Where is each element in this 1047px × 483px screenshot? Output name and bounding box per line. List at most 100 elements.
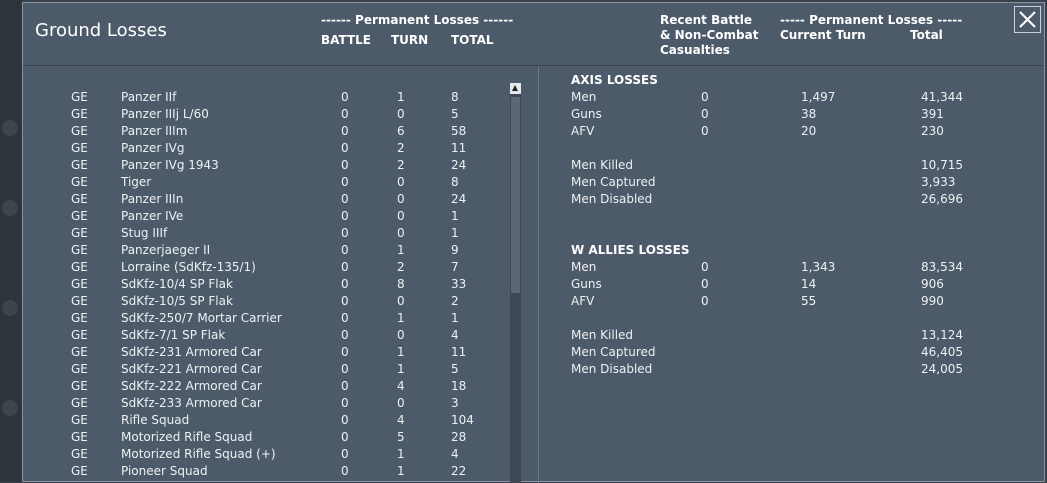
- unit-loss-row[interactable]: GE Tiger 0 0 8: [23, 174, 503, 191]
- total-header: Total: [910, 28, 943, 42]
- unit-name-cell: Rifle Squad: [121, 413, 190, 427]
- unit-loss-row[interactable]: GE Lorraine (SdKfz-135/1) 0 2 7: [23, 259, 503, 276]
- allies-casualty-label-cell: Men Killed: [571, 328, 634, 342]
- map-background-strip: [0, 0, 22, 482]
- unit-side-cell: GE: [71, 277, 88, 291]
- unit-loss-row[interactable]: GE SdKfz-7/1 SP Flak 0 0 4: [23, 327, 503, 344]
- unit-turn-cell: 1: [397, 464, 405, 478]
- unit-total-cell: 5: [451, 107, 459, 121]
- unit-total-cell: 11: [451, 141, 467, 155]
- unit-battle-cell: 0: [341, 141, 349, 155]
- unit-loss-row[interactable]: GE SdKfz-10/5 SP Flak 0 0 2: [23, 293, 503, 310]
- unit-battle-cell: 0: [341, 345, 349, 359]
- unit-name-cell: Stug IIIf: [121, 226, 168, 240]
- unit-battle-cell: 0: [341, 175, 349, 189]
- allies-casualty-total-cell: 46,405: [921, 345, 963, 359]
- unit-turn-cell: 0: [397, 226, 405, 240]
- unit-name-cell: Panzerjaeger II: [121, 243, 211, 257]
- unit-total-cell: 7: [451, 260, 459, 274]
- axis-casualty-total-cell: 26,696: [921, 192, 963, 206]
- unit-loss-row[interactable]: GE Motorized Rifle Squad 0 5 28: [23, 429, 503, 446]
- column-header-battle[interactable]: BATTLE: [321, 33, 371, 48]
- unit-total-cell: 24: [451, 192, 467, 206]
- allies-total-cell: 990: [921, 294, 944, 308]
- unit-side-cell: GE: [71, 192, 88, 206]
- unit-name-cell: SdKfz-250/7 Mortar Carrier: [121, 311, 282, 325]
- unit-loss-row[interactable]: GE Panzer IIIm 0 6 58: [23, 123, 503, 140]
- unit-turn-cell: 5: [397, 430, 405, 444]
- unit-loss-row[interactable]: GE SdKfz-250/7 Mortar Carrier 0 1 1: [23, 310, 503, 327]
- unit-battle-cell: 0: [341, 464, 349, 478]
- unit-name-cell: Motorized Rifle Squad: [121, 430, 253, 444]
- unit-side-cell: GE: [71, 243, 88, 257]
- unit-side-cell: GE: [71, 413, 88, 427]
- column-header-total[interactable]: TOTAL: [451, 33, 494, 48]
- unit-battle-cell: 0: [341, 107, 349, 121]
- unit-turn-cell: 1: [397, 345, 405, 359]
- unit-name-cell: SdKfz-10/4 SP Flak: [121, 277, 233, 291]
- non-combat-header: & Non-Combat: [660, 28, 759, 42]
- unit-list-scrollbar[interactable]: [510, 83, 521, 483]
- unit-side-cell: GE: [71, 362, 88, 376]
- unit-total-cell: 3: [451, 396, 459, 410]
- unit-loss-row[interactable]: GE Panzer IIIn 0 0 24: [23, 191, 503, 208]
- scrollbar-thumb[interactable]: [511, 97, 520, 293]
- unit-loss-row[interactable]: GE Panzer IVg 0 2 11: [23, 140, 503, 157]
- unit-loss-row[interactable]: GE Motorized Rifle Squad (+) 0 1 4: [23, 446, 503, 463]
- unit-loss-row[interactable]: GE SdKfz-233 Armored Car 0 0 3: [23, 395, 503, 412]
- axis-label-cell: AFV: [571, 124, 595, 138]
- unit-name-cell: Tiger: [121, 175, 152, 189]
- unit-total-cell: 33: [451, 277, 467, 291]
- unit-side-cell: GE: [71, 209, 88, 223]
- close-button[interactable]: [1014, 6, 1041, 33]
- unit-battle-cell: 0: [341, 90, 349, 104]
- unit-turn-cell: 0: [397, 209, 405, 223]
- axis-recent-cell: 0: [701, 90, 709, 104]
- unit-side-cell: GE: [71, 90, 88, 104]
- unit-loss-row[interactable]: GE Panzer IVg 1943 0 2 24: [23, 157, 503, 174]
- unit-side-cell: GE: [71, 311, 88, 325]
- unit-turn-cell: 2: [397, 260, 405, 274]
- unit-total-cell: 22: [451, 464, 467, 478]
- unit-loss-row[interactable]: GE Panzer IIf 0 1 8: [23, 89, 503, 106]
- unit-name-cell: SdKfz-10/5 SP Flak: [121, 294, 233, 308]
- column-header-turn[interactable]: TURN: [391, 33, 428, 48]
- unit-total-cell: 2: [451, 294, 459, 308]
- allies-casualty-total-cell: 24,005: [921, 362, 963, 376]
- unit-side-cell: GE: [71, 226, 88, 240]
- allies-recent-cell: 0: [701, 277, 709, 291]
- scroll-up-arrow-icon[interactable]: [510, 83, 521, 94]
- unit-loss-row[interactable]: GE Pioneer Squad 0 1 22: [23, 463, 503, 480]
- unit-loss-row[interactable]: GE SdKfz-222 Armored Car 0 4 18: [23, 378, 503, 395]
- unit-loss-row[interactable]: GE Panzer IIIj L/60 0 0 5: [23, 106, 503, 123]
- unit-loss-row[interactable]: GE SdKfz-231 Armored Car 0 1 11: [23, 344, 503, 361]
- unit-name-cell: Panzer IVg: [121, 141, 185, 155]
- unit-turn-cell: 1: [397, 90, 405, 104]
- window-title: Ground Losses: [35, 20, 167, 41]
- unit-total-cell: 1: [451, 311, 459, 325]
- unit-battle-cell: 0: [341, 362, 349, 376]
- unit-loss-row[interactable]: GE SdKfz-10/4 SP Flak 0 8 33: [23, 276, 503, 293]
- unit-loss-row[interactable]: GE Panzer IVe 0 0 1: [23, 208, 503, 225]
- axis-casualty-total-cell: 3,933: [921, 175, 956, 189]
- unit-name-cell: SdKfz-222 Armored Car: [121, 379, 262, 393]
- unit-loss-row[interactable]: GE Rifle Squad 0 4 104: [23, 412, 503, 429]
- unit-loss-row[interactable]: GE Stug IIIf 0 0 1: [23, 225, 503, 242]
- ground-losses-window: Ground Losses ------ Permanent Losses --…: [22, 2, 1045, 483]
- permanent-losses-right-header: ----- Permanent Losses -----: [780, 13, 963, 27]
- unit-turn-cell: 2: [397, 158, 405, 172]
- unit-loss-row[interactable]: GE Panzerjaeger II 0 1 9: [23, 242, 503, 259]
- unit-side-cell: GE: [71, 260, 88, 274]
- unit-turn-cell: 2: [397, 141, 405, 155]
- unit-turn-cell: 0: [397, 328, 405, 342]
- unit-side-cell: GE: [71, 175, 88, 189]
- unit-turn-cell: 1: [397, 362, 405, 376]
- unit-loss-row[interactable]: GE SdKfz-221 Armored Car 0 1 5: [23, 361, 503, 378]
- unit-side-cell: GE: [71, 141, 88, 155]
- unit-turn-cell: 0: [397, 396, 405, 410]
- unit-total-cell: 11: [451, 345, 467, 359]
- allies-casualty-label-cell: Men Captured: [571, 345, 656, 359]
- axis-current-cell: 20: [801, 124, 817, 138]
- map-hex-icon: [2, 400, 18, 416]
- map-hex-icon: [2, 120, 18, 136]
